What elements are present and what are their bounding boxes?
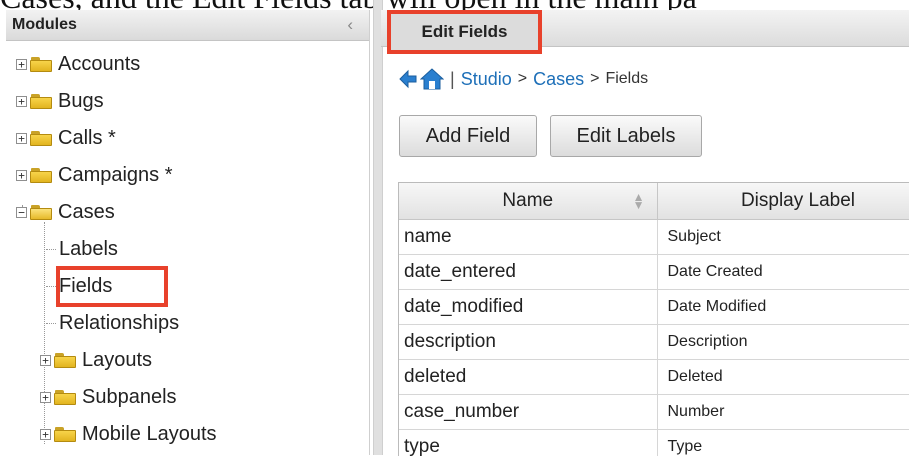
tree-item-label: Calls * (58, 127, 116, 150)
tree-connector (46, 249, 56, 250)
edit-fields-tab-highlight (387, 10, 542, 54)
fields-table: Name ▲▼ Display Label name Subject date_… (398, 182, 909, 456)
table-row[interactable]: type Type (399, 430, 909, 456)
table-row[interactable]: case_number Number (399, 395, 909, 430)
table-row[interactable]: description Description (399, 325, 909, 360)
folder-icon (30, 131, 52, 146)
tree-item-label: Accounts (58, 53, 140, 76)
edit-labels-button[interactable]: Edit Labels (550, 115, 702, 157)
display-label-cell: Type (657, 430, 909, 456)
expand-icon[interactable]: + (16, 96, 27, 107)
table-row[interactable]: name Subject (399, 220, 909, 255)
collapse-tree-icon[interactable]: − (16, 207, 27, 218)
table-row[interactable]: deleted Deleted (399, 360, 909, 395)
caption-text: Cases, and the Edit Fields tab will open… (0, 0, 909, 10)
display-label-cell: Subject (657, 220, 909, 255)
tree-item-campaigns[interactable]: + Campaigns * (16, 162, 173, 188)
panel-splitter[interactable] (373, 0, 383, 455)
table-header-row: Name ▲▼ Display Label (399, 183, 909, 220)
tree-item-label: Subpanels (82, 386, 177, 409)
tree-item-label: Layouts (82, 349, 152, 372)
column-header-display-label[interactable]: Display Label (657, 183, 909, 220)
display-label-cell: Number (657, 395, 909, 430)
folder-icon (54, 390, 76, 405)
table-row[interactable]: date_entered Date Created (399, 255, 909, 290)
tree-item-label: Relationships (59, 312, 179, 335)
breadcrumb-arrow: > (590, 70, 599, 88)
tree-item-label: Campaigns * (58, 164, 173, 187)
breadcrumb-studio[interactable]: Studio (461, 69, 512, 90)
field-name-cell: description (399, 325, 657, 360)
expand-icon[interactable]: + (16, 133, 27, 144)
expand-icon[interactable]: + (16, 59, 27, 70)
tree-item-label: Mobile Layouts (82, 423, 217, 446)
folder-icon (30, 94, 52, 109)
breadcrumb: | Studio > Cases > Fields (398, 64, 648, 94)
display-label-cell: Deleted (657, 360, 909, 395)
breadcrumb-cases[interactable]: Cases (533, 69, 584, 90)
field-name-cell: type (399, 430, 657, 456)
folder-icon (30, 168, 52, 183)
expand-icon[interactable]: + (40, 429, 51, 440)
breadcrumb-fields: Fields (605, 70, 648, 88)
expand-icon[interactable]: + (40, 355, 51, 366)
home-icon[interactable] (420, 68, 444, 90)
tree-item-label: Labels (59, 238, 118, 261)
column-header-label: Display Label (741, 190, 855, 211)
modules-header: Modules ‹ (6, 10, 369, 41)
column-header-label: Name (502, 190, 553, 211)
folder-open-icon (30, 205, 52, 220)
expand-icon[interactable]: + (40, 392, 51, 403)
field-name-cell: name (399, 220, 657, 255)
tree-connector (46, 286, 56, 287)
modules-title: Modules (12, 16, 77, 34)
tree-item-accounts[interactable]: + Accounts (16, 51, 140, 77)
field-name-cell: deleted (399, 360, 657, 395)
folder-icon (54, 353, 76, 368)
tree-item-cases[interactable]: − Cases (16, 199, 115, 225)
tree-item-calls[interactable]: + Calls * (16, 125, 116, 151)
field-name-cell: date_modified (399, 290, 657, 325)
tree-item-mobile-layouts[interactable]: + Mobile Layouts (40, 421, 217, 447)
tree-item-subpanels[interactable]: + Subpanels (40, 384, 177, 410)
display-label-cell: Description (657, 325, 909, 360)
back-arrow-icon[interactable] (398, 69, 418, 89)
expand-icon[interactable]: + (16, 170, 27, 181)
field-name-cell: case_number (399, 395, 657, 430)
table-row[interactable]: date_modified Date Modified (399, 290, 909, 325)
tree-item-relationships[interactable]: Relationships (46, 310, 179, 336)
tree-item-bugs[interactable]: + Bugs (16, 88, 104, 114)
tree-item-layouts[interactable]: + Layouts (40, 347, 152, 373)
tree-item-labels[interactable]: Labels (46, 236, 118, 262)
tree-line (44, 222, 45, 444)
folder-icon (30, 57, 52, 72)
column-header-name[interactable]: Name ▲▼ (399, 183, 657, 220)
tree-item-label: Cases (58, 201, 115, 224)
add-field-button[interactable]: Add Field (399, 115, 537, 157)
field-name-cell: date_entered (399, 255, 657, 290)
breadcrumb-arrow: > (518, 70, 527, 88)
tree-connector (46, 323, 56, 324)
tree-item-label: Bugs (58, 90, 104, 113)
modules-panel: Modules ‹ + Accounts + Bugs + Calls * + … (6, 10, 370, 455)
display-label-cell: Date Modified (657, 290, 909, 325)
fields-highlight (56, 266, 168, 307)
folder-icon (54, 427, 76, 442)
chevron-left-icon[interactable]: ‹ (347, 15, 353, 35)
breadcrumb-divider: | (450, 69, 455, 90)
display-label-cell: Date Created (657, 255, 909, 290)
sort-icon[interactable]: ▲▼ (633, 193, 645, 209)
